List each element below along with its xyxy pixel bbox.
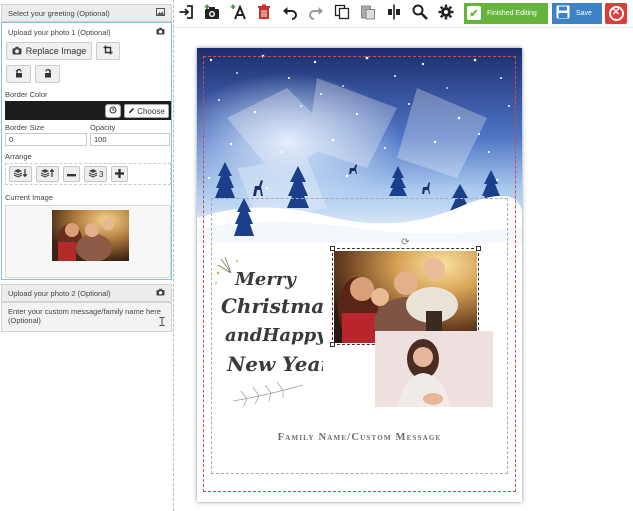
editor-root: Select your greeting (Optional) Upload y… [0, 0, 633, 511]
choose-label: Choose [137, 106, 165, 116]
photo1-section-header[interactable]: Upload your photo 1 (Optional) [2, 23, 171, 41]
undo-icon [282, 4, 298, 23]
save-label: Save [576, 9, 592, 17]
paste-button[interactable] [357, 1, 379, 25]
current-image-thumbnail [52, 210, 129, 261]
add-text-icon [230, 3, 246, 23]
minus-icon [67, 170, 76, 179]
finished-editing-label: Finished Editing [487, 9, 537, 17]
add-camera-icon [204, 4, 220, 23]
rotate-handle-icon[interactable]: ⟳ [400, 237, 411, 248]
align-center-icon [386, 4, 402, 23]
finished-editing-button[interactable]: ✔ Finished Editing [464, 2, 548, 24]
greeting-section-header[interactable]: Select your greeting (Optional) [1, 4, 172, 22]
save-button[interactable]: Save [552, 2, 602, 24]
current-image-label: Current Image [5, 193, 53, 202]
greeting-section-title: Select your greeting (Optional) [8, 8, 110, 18]
undo-button[interactable] [279, 1, 301, 25]
trash-icon [256, 4, 272, 23]
gear-icon [438, 4, 454, 23]
border-color-label: Border Color [5, 90, 48, 99]
rotate-left-icon [14, 68, 24, 80]
opacity-label: Opacity [90, 123, 116, 132]
check-icon: ✔ [467, 6, 481, 20]
rotate-right-button[interactable] [35, 65, 60, 83]
layers-down-icon [13, 168, 28, 180]
replace-image-label: Replace Image [25, 46, 87, 56]
family-photo-1[interactable] [334, 251, 477, 343]
border-size-input[interactable]: 0 [5, 133, 87, 146]
photo1-section-title: Upload your photo 1 (Optional) [8, 27, 111, 37]
redo-icon [308, 4, 324, 23]
zoom-button[interactable] [409, 1, 431, 25]
search-icon [412, 4, 428, 23]
copy-button[interactable] [331, 1, 353, 25]
send-backward-button[interactable] [9, 166, 32, 182]
close-icon: ✕ [608, 5, 624, 21]
camera-icon [156, 27, 165, 37]
crop-icon [103, 45, 113, 58]
layer-indicator: 3 [84, 166, 108, 182]
camera-icon [12, 46, 22, 57]
delete-button[interactable] [253, 1, 275, 25]
layers-up-icon [40, 168, 55, 180]
layer-decrease-button[interactable] [63, 166, 80, 182]
settings-button[interactable] [435, 1, 457, 25]
left-panel: Select your greeting (Optional) Upload y… [0, 0, 174, 511]
add-text-button[interactable] [227, 1, 249, 25]
portrait-photo-2[interactable] [375, 331, 493, 407]
arrange-label: Arrange [5, 152, 32, 161]
greeting-card: Merry Christmas andHappy New Year [197, 48, 522, 502]
choose-color-button[interactable]: Choose [124, 104, 169, 118]
add-photo-button[interactable] [201, 1, 223, 25]
rotate-right-icon [43, 68, 53, 80]
pencil-icon [128, 107, 135, 116]
floppy-disk-icon [556, 5, 570, 21]
sign-in-icon [178, 4, 194, 23]
photo2-section-header[interactable]: Upload your photo 2 (Optional) [1, 284, 172, 302]
toolbar: ✔ Finished Editing Save ✕ [175, 0, 633, 26]
image-icon [156, 8, 165, 18]
opacity-input[interactable]: 100 [90, 133, 170, 146]
photo1-section: Upload your photo 1 (Optional) Replace I… [1, 22, 172, 280]
family-name-message[interactable]: Family Name/Custom Message [197, 432, 522, 443]
border-size-label: Border Size [5, 123, 45, 132]
exit-button[interactable] [175, 1, 197, 25]
text-cursor-icon [159, 317, 165, 328]
rotate-left-button[interactable] [6, 65, 31, 83]
reset-color-button[interactable] [105, 104, 121, 118]
layer-number: 3 [99, 169, 104, 179]
greeting-line-1: Merry [234, 269, 297, 290]
layers-icon [88, 168, 98, 180]
current-image-preview [5, 205, 171, 278]
greeting-line-2: Christmas [221, 294, 323, 318]
redo-button[interactable] [305, 1, 327, 25]
align-center-button[interactable] [383, 1, 405, 25]
layer-increase-button[interactable] [111, 166, 129, 182]
close-button[interactable]: ✕ [605, 2, 627, 24]
history-icon [109, 106, 117, 116]
message-section-title: Enter your custom message/family name he… [8, 307, 161, 325]
crop-button[interactable] [96, 42, 120, 60]
arrange-controls: 3 [5, 163, 171, 185]
copy-icon [334, 4, 350, 23]
photo2-section-title: Upload your photo 2 (Optional) [8, 288, 111, 298]
greeting-art[interactable]: Merry Christmas andHappy New Year [213, 253, 323, 413]
design-canvas: Merry Christmas andHappy New Year [175, 27, 633, 511]
replace-image-button[interactable]: Replace Image [6, 42, 92, 60]
camera-icon [156, 288, 165, 298]
plus-icon [115, 168, 125, 180]
paste-icon [360, 4, 376, 23]
bring-forward-button[interactable] [36, 166, 59, 182]
message-section-header[interactable]: Enter your custom message/family name he… [1, 302, 172, 332]
greeting-line-4: New Year [226, 352, 323, 376]
greeting-line-3: andHappy [225, 325, 323, 346]
